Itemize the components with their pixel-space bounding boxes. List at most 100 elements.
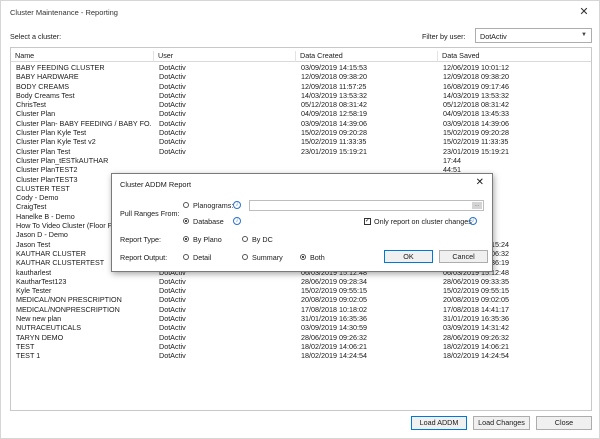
cell-name: BABY FEEDING CLUSTER — [16, 63, 105, 72]
table-row[interactable]: NUTRACEUTICALS DotActiv 03/09/2019 14:30:5… — [11, 323, 591, 332]
by-plano-label: By Plano — [193, 235, 222, 244]
table-header: Name User Data Created Data Saved — [11, 48, 591, 62]
by-plano-radio[interactable] — [183, 236, 189, 242]
load-addm-button[interactable]: Load ADDM — [411, 416, 467, 430]
cell-user: DotActiv — [159, 72, 186, 82]
table-row[interactable]: BABY HARDWARE DotActiv 12/09/2018 09:38:20… — [11, 72, 591, 81]
column-header-data-saved[interactable]: Data Saved — [438, 51, 591, 62]
cell-user: DotActiv — [159, 118, 186, 128]
cell-date-saved: 23/01/2019 15:19:21 — [443, 146, 509, 156]
pull-ranges-label: Pull Ranges From: — [120, 209, 180, 218]
planograms-radio[interactable] — [183, 202, 189, 208]
cell-date-saved: 28/06/2019 09:26:32 — [443, 332, 509, 342]
cell-date-created: 14/03/2019 13:53:32 — [301, 90, 367, 100]
cell-user: DotActiv — [159, 137, 186, 147]
report-output-label: Report Output: — [120, 253, 168, 262]
cell-date-created: 03/09/2018 14:39:06 — [301, 118, 367, 128]
only-report-info-icon[interactable]: i — [469, 217, 477, 225]
column-header-user[interactable]: User — [154, 51, 296, 62]
close-button[interactable]: Close — [536, 416, 592, 430]
table-row[interactable]: Cluster Plan Kyle Test v2 DotActiv 15/02/2… — [11, 137, 591, 146]
cell-name: Cluster Plan Kyle Test — [16, 128, 87, 138]
cell-date-created — [296, 156, 436, 165]
filter-user-select[interactable]: DotActiv ▼ — [475, 28, 592, 43]
dialog-close-icon[interactable]: ✕ — [476, 177, 484, 189]
title-bar: Cluster Maintenance - Reporting ✕ — [1, 1, 599, 23]
cell-user — [154, 156, 294, 165]
database-info-icon[interactable]: i — [233, 217, 241, 225]
cell-user: DotActiv — [159, 81, 186, 91]
cell-date-saved: 12/09/2018 09:38:20 — [443, 72, 509, 82]
cell-date-created: 28/06/2019 09:26:32 — [301, 332, 367, 342]
table-row[interactable]: Kyle Tester DotActiv 15/02/2019 09:55:15 15… — [11, 286, 591, 295]
summary-label: Summary — [252, 253, 283, 262]
cell-name: BABY HARDWARE — [16, 72, 79, 82]
cell-name: Cluster Plan_tESTkAUTHAR — [16, 155, 109, 165]
browse-icon[interactable]: ... — [472, 202, 482, 209]
cell-date-saved: 28/06/2019 09:33:35 — [443, 276, 509, 286]
cell-date-saved: 16/08/2019 09:17:46 — [443, 81, 509, 91]
table-row[interactable]: MEDICAL/NON PRESCRIPTION DotActiv 20/08/20… — [11, 295, 591, 304]
table-row[interactable]: TEST DotActiv 18/02/2019 14:06:21 18/02/201… — [11, 342, 591, 351]
cell-date-created: 15/02/2019 09:55:15 — [301, 286, 367, 296]
cell-date-created: 31/01/2019 16:35:36 — [301, 314, 367, 324]
both-radio[interactable] — [300, 254, 306, 260]
table-row[interactable]: BABY FEEDING CLUSTER DotActiv 03/09/2019 1… — [11, 63, 591, 72]
chevron-down-icon: ▼ — [581, 32, 587, 38]
only-report-checkbox[interactable]: ✓ — [364, 218, 371, 225]
by-dc-label: By DC — [252, 235, 273, 244]
table-row[interactable]: Cluster Plan- BABY FEEDING / BABY FO... D… — [11, 119, 591, 128]
by-dc-radio[interactable] — [242, 236, 248, 242]
only-report-label: Only report on cluster changes — [374, 217, 472, 226]
cell-name: Cluster Plan Test — [16, 146, 71, 156]
cell-name: New new plan — [16, 314, 62, 324]
close-icon[interactable]: ✕ — [577, 5, 591, 19]
summary-radio[interactable] — [242, 254, 248, 260]
cell-user: DotActiv — [159, 63, 186, 72]
cell-name: MEDICAL/NON PRESCRIPTION — [16, 295, 122, 305]
cell-name: Cluster Plan Kyle Test v2 — [16, 137, 96, 147]
planograms-path-input[interactable]: ... — [249, 200, 484, 211]
column-header-name[interactable]: Name — [11, 51, 154, 62]
load-changes-button[interactable]: Load Changes — [473, 416, 530, 430]
table-row[interactable]: MEDICAL/NONPRESCRIPTION DotActiv 17/08/201… — [11, 305, 591, 314]
report-type-label: Report Type: — [120, 235, 162, 244]
table-row[interactable]: Cluster Plan DotActiv 04/09/2018 12:58:19 0… — [11, 109, 591, 118]
detail-radio[interactable] — [183, 254, 189, 260]
ok-button[interactable]: OK — [384, 250, 433, 263]
table-row[interactable]: TEST 1 DotActiv 18/02/2019 14:24:54 18/02/2… — [11, 351, 591, 360]
table-row[interactable]: New new plan DotActiv 31/01/2019 16:35:36 3… — [11, 314, 591, 323]
table-row[interactable]: Cluster Plan Kyle Test DotActiv 15/02/2019… — [11, 128, 591, 137]
cell-date-saved: 04/09/2018 13:45:33 — [443, 109, 509, 119]
table-row[interactable]: ChrisTest DotActiv 05/12/2018 08:31:42 05/1… — [11, 100, 591, 109]
table-row[interactable]: Body Creams Test DotActiv 14/03/2019 13:53… — [11, 91, 591, 100]
cell-date-created: 15/02/2019 09:20:28 — [301, 128, 367, 138]
cell-date-saved: 17:44 — [443, 155, 461, 165]
cell-date-saved: 14/03/2019 13:53:32 — [443, 90, 509, 100]
cancel-button[interactable]: Cancel — [439, 250, 488, 263]
cell-name: Body Creams Test — [16, 90, 75, 100]
cell-date-created: 03/09/2019 14:15:53 — [301, 63, 367, 72]
table-row[interactable]: TARYN DEMO DotActiv 28/06/2019 09:26:32 28/… — [11, 333, 591, 342]
cell-name: KautharTest123 — [16, 276, 67, 286]
table-row[interactable]: Cluster Plan_tESTkAUTHAR 17:44 — [11, 156, 591, 165]
cell-name: TEST — [16, 341, 35, 351]
cell-user: DotActiv — [159, 351, 186, 361]
cell-date-created: 05/12/2018 08:31:42 — [301, 100, 367, 110]
cell-date-saved: 12/06/2019 10:01:12 — [443, 63, 509, 72]
cell-user: DotActiv — [159, 286, 186, 296]
cell-date-saved: 15/02/2019 11:33:35 — [443, 137, 509, 147]
table-row[interactable]: KautharTest123 DotActiv 28/06/2019 09:28:3… — [11, 277, 591, 286]
database-radio[interactable] — [183, 218, 189, 224]
planograms-info-icon[interactable]: i — [233, 201, 241, 209]
cell-user: DotActiv — [159, 304, 186, 314]
cell-date-created: 15/02/2019 11:33:35 — [301, 137, 367, 147]
both-label: Both — [310, 253, 325, 262]
table-row[interactable]: BODY CREAMS DotActiv 12/09/2018 11:57:25 16… — [11, 82, 591, 91]
column-header-data-created[interactable]: Data Created — [296, 51, 438, 62]
cell-date-saved: 17/08/2018 14:41:17 — [443, 304, 509, 314]
cell-date-saved: 15/02/2019 09:55:15 — [443, 286, 509, 296]
table-row[interactable]: Cluster Plan Test DotActiv 23/01/2019 15:1… — [11, 147, 591, 156]
database-label: Database — [193, 217, 224, 226]
cell-date-saved: 15/02/2019 09:20:28 — [443, 128, 509, 138]
